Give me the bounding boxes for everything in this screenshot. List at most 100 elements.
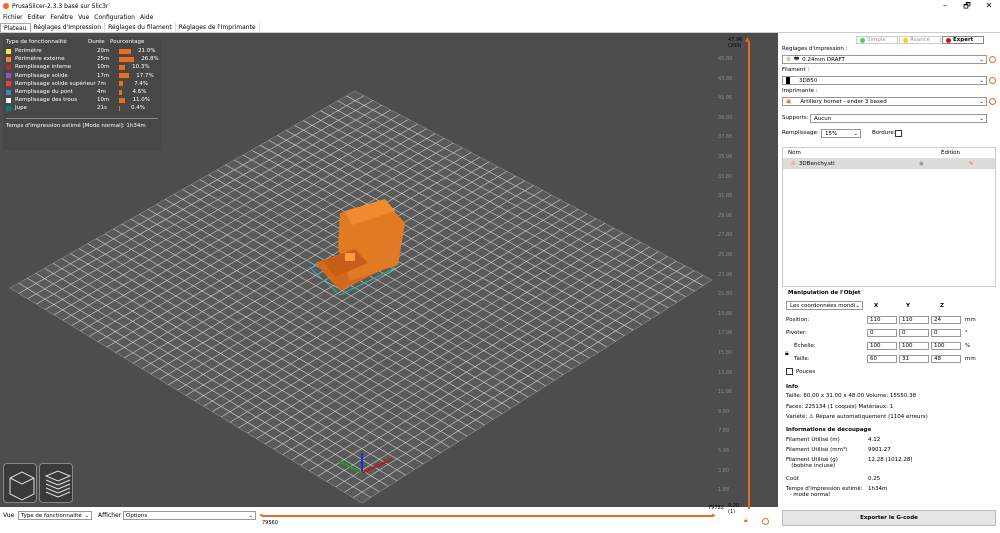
legend-row: Remplissage interne 10m 10.3% xyxy=(3,63,161,71)
inches-label: Pouces xyxy=(796,369,816,375)
vue-select[interactable]: Type de fonctionnalité ⌄ xyxy=(18,511,92,520)
printer-gear-icon[interactable] xyxy=(989,98,996,105)
layer-tick-label: 1.88 xyxy=(718,487,730,494)
legend-type: Remplissage des trous xyxy=(15,97,78,104)
legend-pct: 11.0% xyxy=(132,97,151,104)
layer-tick-label: 11.96 xyxy=(718,389,733,396)
close-button[interactable]: ✕ xyxy=(978,0,1000,12)
export-gcode-button[interactable]: Exporter le G-code xyxy=(782,510,996,526)
filament-select[interactable]: 3D850 ⌄ xyxy=(782,76,987,85)
cog-icon: ⚙ xyxy=(786,56,791,63)
legend-swatch xyxy=(6,73,11,79)
position-z-input[interactable]: 24 xyxy=(931,316,961,324)
layer-tick-label: 43.88 xyxy=(718,75,733,82)
brim-checkbox[interactable] xyxy=(895,130,902,137)
supports-select[interactable]: Aucun ⌄ xyxy=(810,114,987,123)
tab-print-settings[interactable]: Réglages d'Impression xyxy=(31,23,106,32)
legend-swatch xyxy=(6,48,11,54)
layer-bottom-sub: (1) xyxy=(728,509,736,515)
menu-configuration[interactable]: Configuration xyxy=(94,14,135,21)
info-faces: Faces: 225134 (1 coques) Matériaux: 1 xyxy=(786,404,894,410)
print-settings-gear-icon[interactable] xyxy=(989,56,996,63)
brim-label: Bordure: xyxy=(872,130,896,136)
inches-checkbox[interactable] xyxy=(786,368,793,375)
position-x-input[interactable]: 110 xyxy=(867,316,897,324)
rotate-z-input[interactable]: 0 xyxy=(931,329,961,337)
legend-type: Périmètre xyxy=(15,48,42,55)
h-slider-right-handle[interactable]: ▸ xyxy=(712,511,716,519)
warning-icon: ⚠ xyxy=(791,161,796,167)
legend-row: Remplissage des trous 10m 11.0% xyxy=(3,96,161,104)
legend-bar xyxy=(119,89,122,95)
legend-type: Remplissage solide supérieur xyxy=(15,80,96,87)
menu-vue[interactable]: Vue xyxy=(78,14,89,21)
eye-icon[interactable]: ◉ xyxy=(919,161,924,167)
minimize-button[interactable]: – xyxy=(934,0,956,12)
legend-header-time: Durée xyxy=(88,39,105,45)
horizontal-slider[interactable] xyxy=(262,515,714,517)
object-row[interactable]: ⚠ 3DBenchy.stl ◉ ✎ xyxy=(783,159,995,169)
afficher-label: Afficher xyxy=(98,512,122,519)
afficher-select[interactable]: Options ⌄ xyxy=(123,511,256,520)
layer-slider[interactable]: 47.96 (200) ▲ 45.80 43.88 41.96 39.80 37.88 3… xyxy=(718,36,778,527)
layer-top-handle[interactable]: ▲ xyxy=(745,36,750,43)
legend-bar xyxy=(119,73,129,79)
mode-advanced-button[interactable]: Avancé xyxy=(899,36,941,44)
legend-header-type: Type de fonctionnalité xyxy=(6,39,67,45)
expert-dot-icon xyxy=(946,37,951,43)
legend-time: 10m xyxy=(97,64,110,71)
legend-pct: 7.4% xyxy=(134,80,149,87)
size-unit: mm xyxy=(965,356,976,362)
h-slider-left-handle[interactable]: ◂ xyxy=(259,511,263,519)
legend-time: 17m xyxy=(97,72,110,79)
layer-settings-gear-icon[interactable] xyxy=(762,518,769,525)
print-settings-label: Réglages d'impression : xyxy=(782,46,848,52)
object-list: Nom Édition ⚠ 3DBenchy.stl ◉ ✎ xyxy=(782,147,996,287)
scale-lock-icon[interactable]: 🔒︎ xyxy=(785,349,789,358)
lock-icon[interactable]: 🔒︎ xyxy=(744,516,748,525)
cube-view-icon[interactable] xyxy=(3,463,37,503)
tab-filament-settings[interactable]: Réglages du filament xyxy=(105,23,176,32)
layer-tick-label: 9.80 xyxy=(718,408,730,415)
scale-y-input[interactable]: 100 xyxy=(899,342,929,350)
legend-bar xyxy=(119,56,134,62)
position-y-input[interactable]: 110 xyxy=(899,316,929,324)
scale-x-input[interactable]: 100 xyxy=(867,342,897,350)
layer-top-sub: (200) xyxy=(728,43,742,49)
print-settings-select[interactable]: ⚙ 🖶 0.24mm DRAFT ⌄ xyxy=(782,55,987,64)
layer-tick-label: 27.80 xyxy=(718,232,733,239)
size-z-input[interactable]: 48 xyxy=(931,355,961,363)
filament-gear-icon[interactable] xyxy=(989,77,996,84)
slice-info-label: Filament Utilisé (m) xyxy=(786,437,840,443)
menu-fichier[interactable]: Fichier xyxy=(3,14,23,21)
size-y-input[interactable]: 31 xyxy=(899,355,929,363)
rotate-x-input[interactable]: 0 xyxy=(867,329,897,337)
layer-tick-label: 15.80 xyxy=(718,350,733,356)
legend-time: 25m xyxy=(97,56,110,63)
tab-plateau[interactable]: Plateau xyxy=(0,23,31,32)
layer-tick-label: 29.96 xyxy=(718,212,733,219)
mode-expert-button[interactable]: Expert xyxy=(942,36,984,44)
maximize-button[interactable]: 🗗 xyxy=(956,0,978,12)
menu-fenetre[interactable]: Fenêtre xyxy=(50,14,73,21)
infill-select[interactable]: 15% ⌄ xyxy=(821,129,861,138)
legend-bar xyxy=(119,48,131,54)
coordinates-select[interactable]: Les coordonnées mondi ⌄ xyxy=(786,301,863,310)
rotate-y-input[interactable]: 0 xyxy=(899,329,929,337)
legend-swatch xyxy=(6,64,11,70)
menu-aide[interactable]: Aide xyxy=(140,14,153,21)
legend-row: Remplissage solide supérieur 7m 7.4% xyxy=(3,80,161,88)
scale-z-input[interactable]: 100 xyxy=(931,342,961,350)
edit-icon[interactable]: ✎ xyxy=(969,161,974,167)
size-x-input[interactable]: 60 xyxy=(867,355,897,363)
layer-tick-label: 33.80 xyxy=(718,173,733,180)
tab-printer-settings[interactable]: Réglages de l'Imprimante xyxy=(176,23,260,32)
mode-simple-button[interactable]: Simple xyxy=(856,36,898,44)
printer-select[interactable]: ▣ Artillery hornet - ender 3 based ⌄ xyxy=(782,97,987,106)
layers-view-icon[interactable] xyxy=(39,463,73,503)
menu-editer[interactable]: Editer xyxy=(28,14,46,21)
size-label: Taille: xyxy=(794,356,810,362)
legend-time: 10m xyxy=(97,97,110,104)
layer-tick-label: 13.88 xyxy=(718,369,733,376)
filament-color-icon xyxy=(786,77,790,84)
